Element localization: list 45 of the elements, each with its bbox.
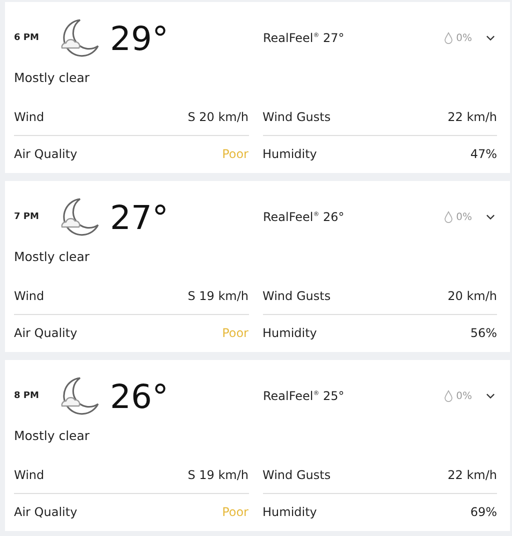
detail-label: Air Quality	[14, 326, 78, 340]
detail-label: Air Quality	[14, 505, 78, 519]
condition-text: Mostly clear	[14, 249, 91, 264]
condition-text: Mostly clear	[14, 428, 91, 443]
drop-icon	[444, 390, 454, 402]
precipitation-text: 0%	[456, 212, 472, 222]
detail-label: Wind	[14, 289, 44, 303]
detail-value: Poor	[222, 505, 248, 519]
detail-label: Wind	[14, 110, 44, 124]
detail-value: 47%	[470, 147, 497, 161]
detail-value: S 19 km/h	[188, 289, 248, 303]
detail-label: Air Quality	[14, 147, 78, 161]
detail-value: S 19 km/h	[188, 468, 248, 482]
drop-icon	[444, 32, 454, 44]
detail-label: Humidity	[262, 147, 317, 161]
precipitation-text: 0%	[456, 32, 472, 44]
chevron-icon[interactable]	[486, 214, 495, 220]
detail-label: Wind Gusts	[262, 289, 331, 303]
detail-value: 22 km/h	[448, 110, 497, 124]
detail-value: S 20 km/h	[188, 110, 248, 124]
detail-value: Poor	[222, 326, 248, 340]
temperature: 29°	[110, 18, 168, 58]
hour-time: 8 PM	[14, 391, 40, 401]
drop-icon	[444, 211, 454, 223]
hour-time: 6 PM	[14, 33, 40, 43]
detail-label: Humidity	[262, 326, 317, 340]
detail-value: 56%	[470, 326, 497, 340]
detail-label: Wind Gusts	[262, 468, 331, 482]
condition-text: Mostly clear	[14, 70, 91, 85]
detail-value: 69%	[470, 505, 497, 519]
realfeel-text: RealFeel$^{®}$ 27°	[262, 31, 346, 45]
detail-value: Poor	[222, 147, 248, 161]
chevron-icon[interactable]	[486, 393, 495, 399]
detail-value: 22 km/h	[448, 468, 497, 482]
detail-label: Wind Gusts	[262, 110, 331, 124]
hour-time: 7 PM	[14, 212, 40, 222]
realfeel-text: RealFeel$^{®}$ 26°	[262, 210, 346, 224]
detail-label: Humidity	[262, 505, 317, 519]
realfeel-text: RealFeel$^{®}$ 25°	[262, 389, 346, 403]
detail-label: Wind	[14, 468, 44, 482]
chevron-icon[interactable]	[486, 35, 495, 41]
temperature: 26°	[110, 376, 168, 416]
detail-value: 20 km/h	[448, 289, 497, 303]
temperature: 27°	[110, 198, 168, 236]
precipitation-text: 0%	[456, 390, 472, 402]
